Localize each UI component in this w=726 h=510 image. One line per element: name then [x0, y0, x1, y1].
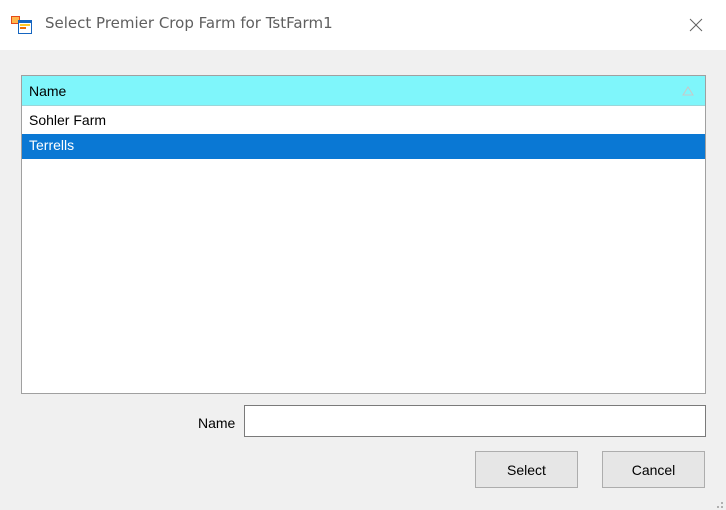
name-filter-input[interactable] [244, 405, 706, 437]
close-button[interactable] [676, 9, 716, 41]
dialog-body: Name Sohler Farm Terrells Name Select Ca… [0, 50, 726, 510]
window-title: Select Premier Crop Farm for TstFarm1 [45, 14, 333, 32]
farm-list-grid[interactable]: Name Sohler Farm Terrells [21, 75, 706, 394]
name-filter-label: Name [198, 415, 236, 431]
form-window-icon [11, 15, 33, 35]
sort-ascending-icon [682, 84, 694, 96]
cancel-button[interactable]: Cancel [602, 451, 705, 488]
list-item-label: Sohler Farm [29, 112, 107, 128]
select-button[interactable]: Select [475, 451, 578, 488]
title-bar: Select Premier Crop Farm for TstFarm1 [0, 0, 726, 50]
column-header-name[interactable]: Name [22, 76, 705, 106]
list-item[interactable]: Sohler Farm [22, 109, 705, 134]
close-icon [689, 18, 703, 32]
column-header-label: Name [29, 83, 67, 99]
select-farm-dialog: Select Premier Crop Farm for TstFarm1 Na… [0, 0, 726, 510]
list-item-selected[interactable]: Terrells [22, 134, 705, 159]
list-item-label: Terrells [29, 137, 75, 153]
resize-grip-icon[interactable] [712, 496, 724, 508]
